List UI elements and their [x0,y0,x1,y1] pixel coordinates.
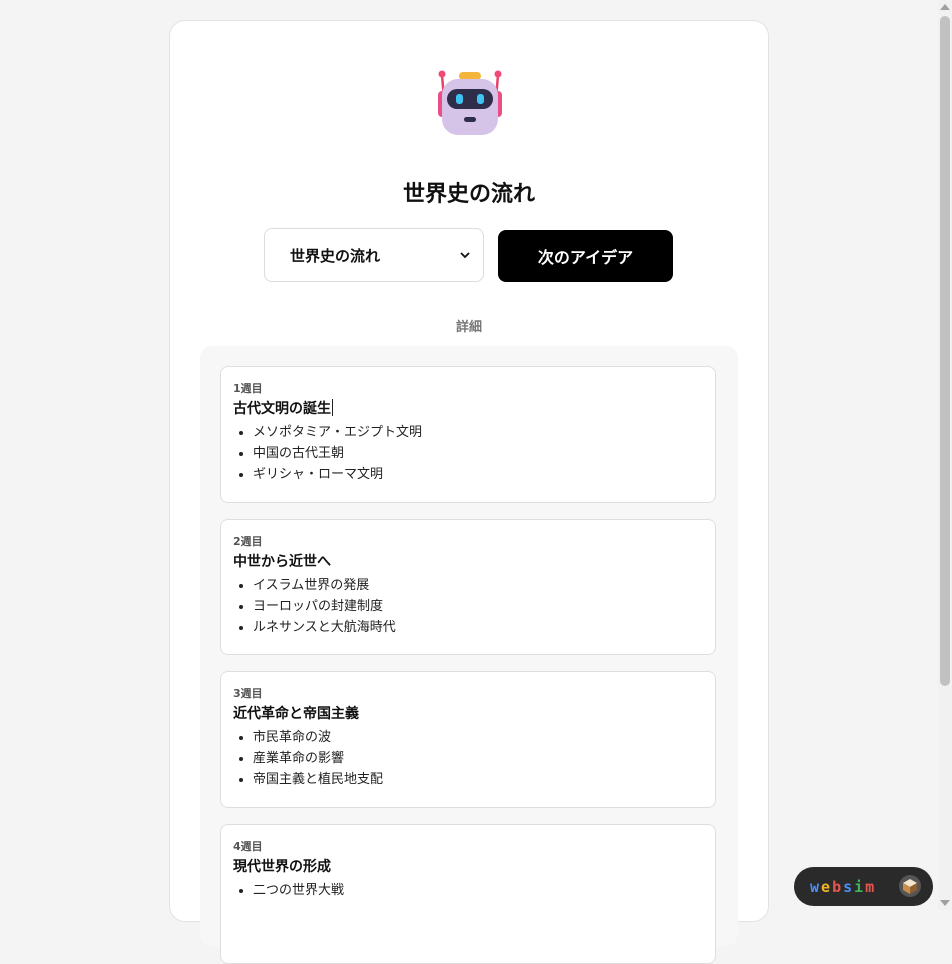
week-card: 4週目 現代世界の形成 二つの世界大戦 [220,824,716,964]
week-card: 2週目 中世から近世へ イスラム世界の発展 ヨーロッパの封建制度 ルネサンスと大… [220,519,716,655]
week-card: 3週目 近代革命と帝国主義 市民革命の波 産業革命の影響 帝国主義と植民地支配 [220,671,716,808]
week-label: 2週目 [233,535,263,548]
text-caret [332,399,333,416]
week-topic: 市民革命の波 [253,727,703,748]
scroll-down-arrow-icon[interactable] [940,900,950,906]
badge-letter: e [821,877,833,896]
badge-letter: s [843,877,855,896]
week-topic: 中国の古代王朝 [253,443,703,464]
week-card: 1週目 古代文明の誕生 メソポタミア・エジプト文明 中国の古代王朝 ギリシャ・ロ… [220,366,716,503]
week-topic-list: メソポタミア・エジプト文明 中国の古代王朝 ギリシャ・ローマ文明 [233,422,703,485]
scroll-up-arrow-icon[interactable] [940,4,950,10]
topic-select[interactable]: 世界史の流れ [264,228,484,282]
week-title[interactable]: 古代文明の誕生 [233,398,703,422]
week-topic: 帝国主義と植民地支配 [253,769,703,790]
week-topic: 二つの世界大戦 [253,880,703,901]
week-title: 中世から近世へ [233,554,331,570]
detail-label: 詳細 [455,320,482,335]
badge-letter: m [865,877,877,896]
week-topic: ギリシャ・ローマ文明 [253,464,703,485]
badge-letter: i [854,877,866,896]
robot-icon [438,70,502,135]
week-label: 4週目 [233,840,263,853]
detail-panel: 1週目 古代文明の誕生 メソポタミア・エジプト文明 中国の古代王朝 ギリシャ・ロ… [200,346,738,964]
week-topic: 産業革命の影響 [253,748,703,769]
week-topic-list: イスラム世界の発展 ヨーロッパの封建制度 ルネサンスと大航海時代 [233,575,703,638]
chevron-down-icon [460,252,470,259]
page-title: 世界史の流れ [402,182,535,207]
cube-icon [899,875,921,897]
websim-badge[interactable]: websim [794,867,933,906]
week-topic: イスラム世界の発展 [253,575,703,596]
week-label: 3週目 [233,687,263,700]
week-title-text: 古代文明の誕生 [233,401,331,417]
scrollbar-thumb[interactable] [940,16,950,686]
page-scrollbar[interactable] [938,0,952,910]
week-topic-list: 市民革命の波 産業革命の影響 帝国主義と植民地支配 [233,727,703,790]
topic-select-value: 世界史の流れ [290,246,381,265]
week-topic: ルネサンスと大航海時代 [253,617,703,638]
week-label: 1週目 [233,382,263,395]
badge-letter: w [810,877,822,896]
week-topic: ヨーロッパの封建制度 [253,596,703,617]
badge-letter: b [832,877,844,896]
websim-logo-text: websim [810,878,876,896]
week-title: 近代革命と帝国主義 [233,706,359,722]
week-topic-list: 二つの世界大戦 [233,880,703,901]
main-card: 世界史の流れ 世界史の流れ 次のアイデア 詳細 1週目 古代文明の誕生 メソポタ… [169,20,769,964]
next-idea-button[interactable]: 次のアイデア [498,230,673,282]
week-title: 現代世界の形成 [233,859,331,875]
week-topic: メソポタミア・エジプト文明 [253,422,703,443]
